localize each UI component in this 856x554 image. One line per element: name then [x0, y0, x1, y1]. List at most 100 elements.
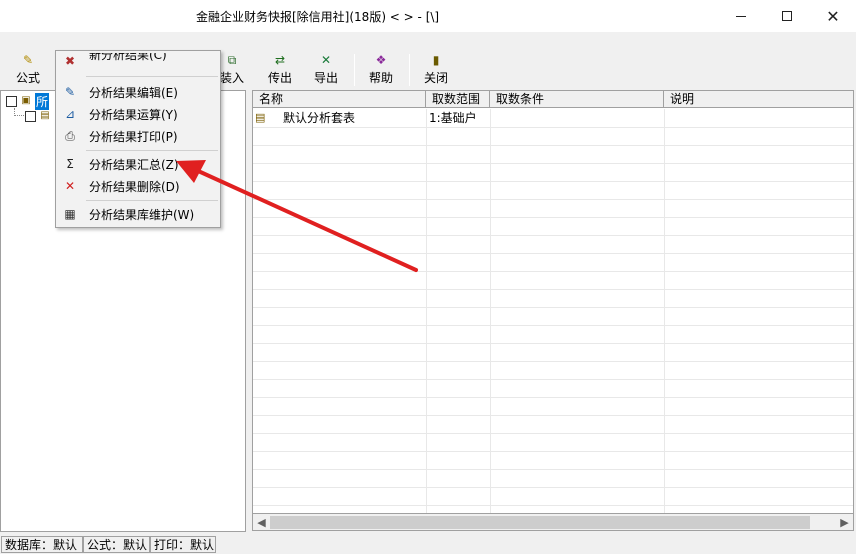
tree-root-checkbox[interactable]	[6, 95, 17, 107]
load-icon: ⧉	[227, 53, 237, 67]
column-header-note[interactable]: 说明	[664, 91, 853, 108]
tree-root-label: 所	[35, 92, 50, 110]
export-icon: ✕	[320, 53, 332, 67]
menu-item-edit[interactable]: ✎ 分析结果编辑(E)	[56, 81, 220, 103]
title-bar: 金融企业财务快报[除信用社](18版) < > - [\] ✕	[0, 0, 856, 32]
menu-item-delete[interactable]: ✕ 分析结果删除(D)	[56, 175, 220, 197]
grid-row-line	[253, 307, 853, 308]
maximize-button[interactable]	[764, 0, 810, 32]
report-set-icon: ▤	[40, 110, 50, 121]
sigma-icon: Σ	[66, 157, 74, 171]
grid-row-line	[253, 217, 853, 218]
menu-item-label: 分析结果打印(P)	[89, 130, 178, 144]
row-condition-cell[interactable]	[493, 109, 663, 127]
row-range-cell[interactable]: 1:基础户	[429, 109, 489, 127]
window-title: 金融企业财务快报[除信用社](18版) < > - [\]	[196, 10, 440, 24]
status-print: 打印：默认	[150, 536, 216, 553]
horizontal-scrollbar[interactable]: ◀ ▶	[252, 514, 854, 531]
close-icon: ✕	[826, 6, 840, 26]
menu-item-label: 新分析结果(C)	[89, 53, 167, 62]
menu-item-compute[interactable]: ⊿ 分析结果运算(Y)	[56, 103, 220, 125]
folder-icon: ▣	[21, 95, 31, 106]
scroll-thumb[interactable]	[270, 516, 810, 529]
column-header-range[interactable]: 取数范围	[426, 91, 490, 108]
delete-x-icon: ✕	[64, 179, 76, 193]
scroll-right-icon[interactable]: ▶	[836, 514, 853, 531]
grid-row-line	[253, 505, 853, 506]
scroll-left-icon[interactable]: ◀	[253, 514, 270, 531]
grid-row-line	[253, 487, 853, 488]
grid-row-line	[253, 433, 853, 434]
transfer-out-icon: ⇄	[274, 53, 286, 67]
menu-item-label: 分析结果删除(D)	[89, 180, 180, 194]
grid-row-line	[253, 343, 853, 344]
help-book-icon: ❖	[375, 53, 387, 67]
results-grid: 名称 取数范围 取数条件 说明 ▤ 默认分析套表 1:基础户	[252, 90, 854, 514]
menu-item-label: 分析结果运算(Y)	[89, 108, 178, 122]
tree-child-checkbox[interactable]	[25, 110, 36, 122]
menu-item-summary[interactable]: Σ 分析结果汇总(Z)	[56, 153, 220, 175]
status-formula: 公式：默认	[83, 536, 150, 553]
grid-row-line	[253, 145, 853, 146]
grid-row-line	[253, 451, 853, 452]
export-label: 导出	[313, 71, 338, 85]
new-result-icon: ✖	[64, 54, 76, 68]
grid-row-line	[253, 361, 853, 362]
database-maintenance-icon: ▦	[64, 207, 76, 221]
grid-row-line	[253, 127, 853, 128]
export-button[interactable]: ✕ 导出	[310, 52, 342, 88]
help-button[interactable]: ❖ 帮助	[364, 52, 398, 88]
grid-row-line	[253, 397, 853, 398]
printer-icon: ⎙	[65, 129, 75, 143]
grid-row-line	[253, 379, 853, 380]
grid-column-line	[664, 109, 665, 513]
grid-row-line	[253, 325, 853, 326]
load-label: 装入	[219, 71, 244, 85]
close-app-button[interactable]: ▮ 关闭	[419, 52, 453, 88]
tree-root-item[interactable]: ▣ 所	[6, 92, 50, 110]
minimize-button[interactable]	[718, 0, 764, 32]
grid-row-line	[253, 181, 853, 182]
grid-row-line	[253, 163, 853, 164]
close-app-label: 关闭	[423, 71, 448, 85]
menu-item-new-result[interactable]: ✖ 新分析结果(C)	[56, 53, 220, 69]
menu-item-print[interactable]: ⎙ 分析结果打印(P)	[56, 125, 220, 147]
transfer-out-button[interactable]: ⇄ 传出	[264, 52, 296, 88]
grid-lines	[253, 109, 853, 513]
status-bar: 数据库：默认 公式：默认 打印：默认	[0, 534, 856, 554]
column-header-condition[interactable]: 取数条件	[490, 91, 664, 108]
tree-connector	[14, 108, 24, 116]
menu-separator	[86, 200, 218, 201]
menu-item-label: 分析结果汇总(Z)	[89, 158, 179, 172]
grid-row-line	[253, 199, 853, 200]
exit-door-icon: ▮	[432, 53, 440, 67]
toolbar-separator	[354, 54, 355, 86]
close-window-button[interactable]: ✕	[810, 0, 856, 32]
menu-separator	[86, 76, 218, 77]
transfer-out-label: 传出	[267, 71, 292, 85]
formula-icon: ✎	[22, 53, 34, 67]
menu-item-maintenance[interactable]: ▦ 分析结果库维护(W)	[56, 203, 220, 225]
grid-header: 名称 取数范围 取数条件 说明	[253, 91, 853, 108]
status-database: 数据库：默认	[1, 536, 83, 553]
grid-row-line	[253, 235, 853, 236]
grid-column-line	[426, 109, 427, 513]
menu-item-label: 分析结果编辑(E)	[89, 86, 178, 100]
formula-button[interactable]: ✎ 公式	[10, 52, 46, 88]
column-header-name[interactable]: 名称	[253, 91, 426, 108]
tree-child-item[interactable]: ▤	[25, 108, 54, 124]
grid-row-line	[253, 271, 853, 272]
row-name-cell[interactable]: 默认分析套表	[283, 109, 423, 127]
grid-row-line	[253, 253, 853, 254]
menu-separator	[86, 150, 218, 151]
compute-icon: ⊿	[64, 107, 76, 121]
formula-label: 公式	[15, 71, 40, 85]
menu-item-label: 分析结果库维护(W)	[89, 208, 195, 222]
results-menu: ✖ 新分析结果(C) ✎ 分析结果编辑(E) ⊿ 分析结果运算(Y) ⎙ 分析结…	[55, 50, 221, 228]
grid-row-line	[253, 469, 853, 470]
report-set-icon: ▤	[255, 111, 266, 124]
minimize-icon	[736, 15, 746, 17]
row-note-cell[interactable]	[667, 109, 847, 127]
edit-icon: ✎	[64, 85, 76, 99]
maximize-icon	[782, 11, 792, 21]
